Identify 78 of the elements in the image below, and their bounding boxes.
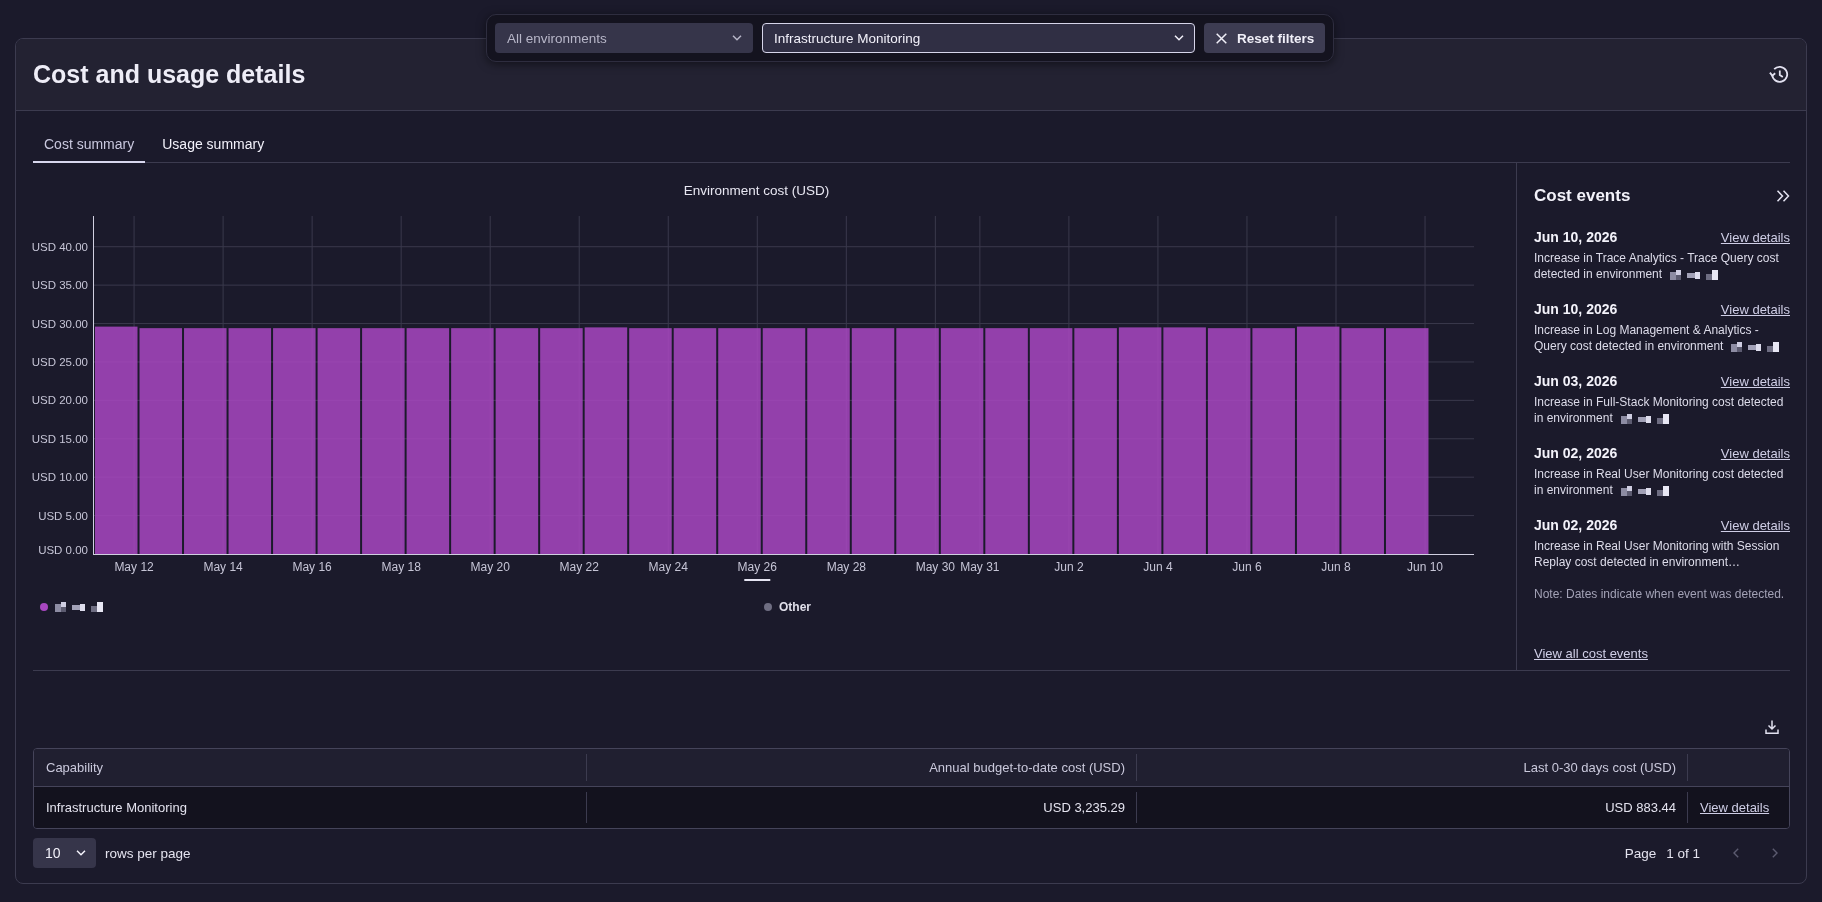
- y-tick-label: 15.00: [59, 432, 88, 445]
- y-tick-unit: USD: [31, 240, 56, 253]
- note-text: Note: Dates indicate when event was detected.: [1534, 586, 1786, 602]
- y-tick-unit: USD: [31, 471, 56, 484]
- x-tick-label: May 31: [960, 560, 1000, 574]
- view-details-link[interactable]: View details: [1720, 445, 1790, 461]
- x-tick-label: May 22: [559, 560, 599, 574]
- view-all-link[interactable]: View all cost events: [1534, 646, 1648, 661]
- event-date: Jun 02, 2026: [1534, 445, 1618, 461]
- y-tick-unit: USD: [38, 544, 63, 556]
- event-description: Increase in Trace Analytics - Trace Query cost detected in environment: [1534, 251, 1779, 281]
- y-tick-label: 40.00: [59, 240, 88, 253]
- rows-per-page-label: rows per page: [105, 845, 191, 861]
- tab[interactable]: Usage summary: [151, 127, 276, 163]
- event-date: Jun 10, 2026: [1534, 301, 1618, 317]
- x-tick-label: May 30: [915, 560, 956, 574]
- page-label: Page: [1624, 845, 1657, 861]
- y-tick-unit: USD: [31, 317, 56, 330]
- column-header: Last 0-30 days cost (USD): [1136, 754, 1687, 781]
- table-cell: USD 3,235.29: [586, 792, 1136, 823]
- event-description: Increase in Full-Stack Monitoring cost detected in environment: [1534, 395, 1784, 425]
- y-tick-label: 0.00: [65, 544, 88, 556]
- x-tick-label: May 16: [292, 560, 332, 574]
- panel-title: Cost events: [1534, 186, 1631, 206]
- chart-title: Environment cost (USD): [683, 182, 830, 200]
- x-tick-label: May 12: [114, 560, 154, 574]
- chevron-down-icon: [76, 850, 86, 856]
- column-header: Annual budget-to-date cost (USD): [586, 754, 1136, 781]
- page-size-dropdown[interactable]: 10: [33, 838, 96, 868]
- history-icon[interactable]: [1769, 65, 1789, 84]
- x-tick-label: May 28: [826, 560, 866, 574]
- x-tick-label: Jun 6: [1232, 560, 1262, 574]
- event-date: Jun 03, 2026: [1534, 373, 1618, 389]
- table-cell: USD 883.44: [1136, 792, 1687, 823]
- y-tick-label: 30.00: [59, 317, 88, 330]
- event-description: Increase in Real User Monitoring with Session Replay cost detected in environment…: [1534, 539, 1780, 569]
- view-details-link[interactable]: View details: [1700, 800, 1770, 815]
- y-tick-label: 5.00: [65, 509, 88, 522]
- page-status: 1 of 1: [1666, 845, 1700, 861]
- event-date: Jun 10, 2026: [1534, 229, 1618, 245]
- y-tick-label: 35.00: [59, 279, 88, 292]
- view-details-link[interactable]: View details: [1720, 301, 1790, 317]
- x-tick-label: Jun 8: [1321, 560, 1351, 574]
- chevron-down-icon: [1174, 35, 1184, 41]
- column-header: Capability: [45, 759, 105, 777]
- download-icon[interactable]: [1765, 720, 1779, 734]
- y-tick-unit: USD: [38, 509, 63, 522]
- x-tick-label: Jun 4: [1143, 560, 1173, 574]
- table-cell-text: Infrastructure Monitoring: [45, 799, 188, 817]
- view-details-link[interactable]: View details: [1720, 229, 1790, 245]
- tab[interactable]: Cost summary: [33, 127, 146, 163]
- event-description: Increase in Log Management & Analytics - Query cost detected in environment: [1534, 323, 1759, 353]
- view-details-link[interactable]: View details: [1720, 517, 1790, 533]
- y-tick-label: 20.00: [59, 394, 88, 407]
- filter-dropdown[interactable]: All environments: [495, 23, 753, 53]
- x-tick-label: May 14: [203, 560, 243, 574]
- double-chevron-icon[interactable]: [1776, 190, 1790, 202]
- event-date: Jun 02, 2026: [1534, 517, 1618, 533]
- x-tick-label: May 20: [470, 560, 510, 574]
- event-description: Increase in Real User Monitoring cost detected in environment: [1534, 467, 1784, 497]
- page-title: Cost and usage details: [33, 60, 306, 89]
- x-tick-label: May 24: [648, 560, 688, 574]
- x-tick-label: May 18: [381, 560, 421, 574]
- chevron-down-icon: [732, 35, 742, 41]
- legend-label: Other: [779, 600, 811, 614]
- reset-filters-button[interactable]: Reset filters: [1204, 23, 1326, 53]
- view-details-link[interactable]: View details: [1720, 373, 1790, 389]
- y-tick-unit: USD: [31, 355, 56, 368]
- filter-dropdown[interactable]: Infrastructure Monitoring: [762, 23, 1195, 53]
- y-tick-label: 25.00: [59, 355, 88, 368]
- y-tick-unit: USD: [31, 432, 56, 445]
- x-tick-label: May 26: [737, 560, 777, 574]
- close-icon: [1216, 32, 1227, 44]
- y-tick-label: 10.00: [59, 471, 88, 484]
- y-tick-unit: USD: [31, 394, 56, 407]
- x-tick-label: Jun 2: [1054, 560, 1084, 574]
- y-tick-unit: USD: [31, 279, 56, 292]
- x-tick-label: Jun 10: [1407, 560, 1444, 574]
